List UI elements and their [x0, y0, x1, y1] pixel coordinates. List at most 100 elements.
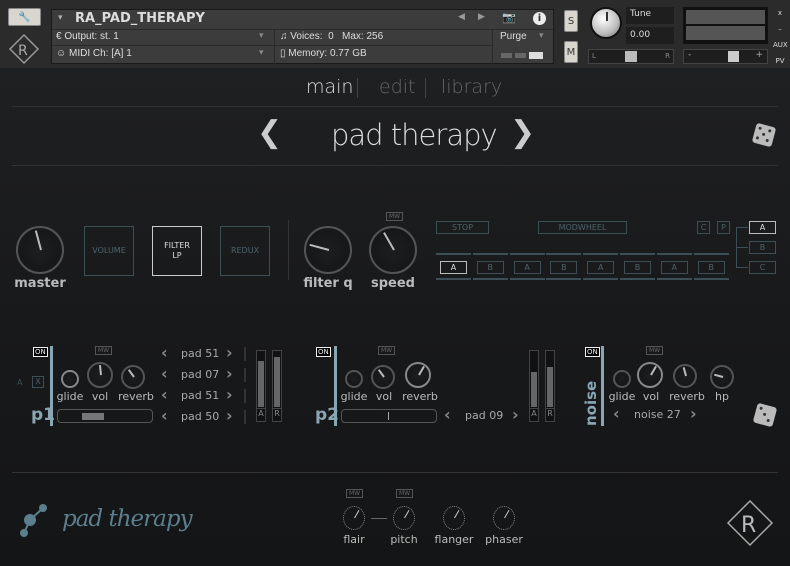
modwheel-button[interactable]: MODWHEEL — [538, 221, 627, 234]
p1-reverb-knob[interactable] — [121, 365, 145, 389]
abc-select-c[interactable]: C — [749, 261, 776, 274]
p1-vol-label: vol — [91, 390, 109, 403]
p-button[interactable]: P — [717, 221, 730, 234]
flair-knob[interactable] — [343, 506, 365, 530]
sequence-step-7[interactable]: A — [660, 261, 688, 274]
p2-next-pad-arrow[interactable]: › — [512, 405, 519, 424]
fx-mw-badge[interactable]: MW — [346, 489, 364, 498]
sequence-step-1[interactable]: A — [440, 261, 467, 274]
brand-r-logo-icon: R — [726, 499, 774, 547]
close-button[interactable]: x — [773, 5, 787, 21]
flanger-label: flanger — [434, 533, 474, 546]
noise-prev-arrow[interactable]: ‹ — [613, 404, 620, 423]
pan-slider[interactable]: L R — [588, 49, 674, 64]
solo-button[interactable]: S — [564, 10, 578, 32]
noise-vol-knob[interactable] — [637, 362, 663, 388]
p1-release-meter[interactable]: R — [272, 350, 282, 422]
p1-prev-pad-arrow[interactable]: ‹ — [161, 364, 168, 383]
speed-knob[interactable] — [369, 226, 417, 274]
filter-q-knob[interactable] — [304, 226, 352, 274]
info-icon[interactable]: i — [533, 12, 546, 25]
sequence-step-bar — [620, 278, 655, 280]
tab-main[interactable]: main — [306, 76, 353, 98]
output-selector[interactable]: € Output: st. 1 — [56, 31, 119, 42]
midi-channel-selector[interactable]: ☺ MIDI Ch: [A] 1 — [56, 48, 132, 59]
mw-badge[interactable]: MW — [386, 212, 404, 221]
p1-attack-meter[interactable]: A — [256, 350, 266, 422]
noise-mw-badge[interactable]: MW — [646, 346, 664, 355]
volume-mode-button[interactable]: VOLUME — [84, 226, 134, 276]
c-button[interactable]: C — [697, 221, 710, 234]
pad-therapy-logo-icon — [20, 504, 47, 537]
p2-on-toggle[interactable]: ON — [316, 347, 331, 357]
p1-a-label: A — [17, 378, 23, 387]
p1-next-pad-arrow[interactable]: › — [226, 385, 233, 404]
stop-button[interactable]: STOP — [436, 221, 489, 234]
prev-instrument-icon[interactable]: ◀ — [458, 12, 465, 22]
p1-pad-name: pad 51 — [181, 347, 220, 360]
sequence-step-8[interactable]: B — [697, 261, 725, 274]
fx-mw-badge[interactable]: MW — [396, 489, 414, 498]
p2-release-meter[interactable]: R — [545, 350, 555, 422]
sequence-step-bar — [656, 278, 692, 280]
dropdown-arrow-icon[interactable]: ▾ — [58, 13, 63, 23]
purge-button[interactable]: Purge — [500, 31, 527, 42]
p1-prev-pad-arrow[interactable]: ‹ — [161, 385, 168, 404]
p1-glide-knob[interactable] — [61, 370, 79, 388]
p1-on-toggle[interactable]: ON — [33, 347, 48, 357]
sequence-step-5[interactable]: A — [587, 261, 615, 274]
p1-next-pad-arrow[interactable]: › — [226, 406, 233, 425]
noise-on-toggle[interactable]: ON — [585, 347, 600, 357]
abc-select-b[interactable]: B — [749, 241, 776, 254]
noise-hp-knob[interactable] — [710, 365, 734, 389]
p1-next-pad-arrow[interactable]: › — [226, 364, 233, 383]
wrench-icon[interactable]: 🔧 — [8, 8, 41, 26]
tab-edit[interactable]: edit — [379, 76, 415, 98]
sequence-step-bar — [472, 253, 508, 255]
sequence-step-4[interactable]: B — [550, 261, 578, 274]
noise-reverb-knob[interactable] — [673, 364, 697, 388]
p2-reverb-knob[interactable] — [405, 362, 431, 388]
tune-knob[interactable] — [590, 7, 622, 39]
minimize-button[interactable]: – — [773, 21, 787, 37]
p2-mw-badge[interactable]: MW — [378, 346, 396, 355]
camera-icon[interactable]: 📷 — [502, 11, 516, 24]
p1-mw-badge[interactable]: MW — [95, 346, 113, 355]
sequence-step-3[interactable]: A — [513, 261, 541, 274]
p2-glide-knob[interactable] — [345, 370, 363, 388]
p2-glide-range-slider[interactable] — [341, 409, 437, 423]
pv-button[interactable]: PV — [773, 53, 787, 69]
sequence-step-bar — [509, 278, 545, 280]
filter-lp-mode-button[interactable]: FILTER LP — [152, 226, 202, 276]
p1-vol-knob[interactable] — [87, 362, 113, 388]
pitch-knob[interactable] — [393, 506, 415, 530]
flanger-knob[interactable] — [443, 506, 465, 530]
noise-glide-knob[interactable] — [613, 370, 631, 388]
sequence-step-2[interactable]: B — [476, 261, 504, 274]
sequence-step-bar — [472, 278, 508, 280]
noise-next-arrow[interactable]: › — [690, 404, 697, 423]
p2-attack-meter[interactable]: A — [529, 350, 539, 422]
p2-prev-pad-arrow[interactable]: ‹ — [444, 405, 451, 424]
sequence-step-6[interactable]: B — [624, 261, 651, 274]
p1-next-pad-arrow[interactable]: › — [226, 343, 233, 362]
aux-button[interactable]: AUX — [773, 37, 788, 53]
master-knob[interactable] — [16, 226, 64, 274]
volume-slider[interactable]: - + — [683, 49, 768, 64]
phaser-label: phaser — [485, 533, 523, 546]
p1-x-button[interactable]: X — [32, 376, 44, 388]
kontakt-header: 🔧 R ▾ RA_PAD_THERAPY ◀ ▶ 📷 i € Output: s… — [0, 0, 790, 68]
instrument-name[interactable]: RA_PAD_THERAPY — [75, 11, 205, 26]
p1-prev-pad-arrow[interactable]: ‹ — [161, 343, 168, 362]
phaser-knob[interactable] — [493, 506, 515, 530]
p2-vol-knob[interactable] — [371, 365, 395, 389]
redux-mode-button[interactable]: REDUX — [220, 226, 270, 276]
next-instrument-icon[interactable]: ▶ — [478, 12, 485, 22]
next-preset-arrow[interactable]: ❯ — [510, 115, 535, 150]
p1-prev-pad-arrow[interactable]: ‹ — [161, 406, 168, 425]
mute-button[interactable]: M — [564, 41, 578, 63]
prev-preset-arrow[interactable]: ❮ — [257, 115, 282, 150]
p1-glide-range-slider[interactable] — [57, 409, 153, 423]
abc-select-a[interactable]: A — [749, 221, 776, 234]
tab-library[interactable]: library — [441, 76, 502, 98]
